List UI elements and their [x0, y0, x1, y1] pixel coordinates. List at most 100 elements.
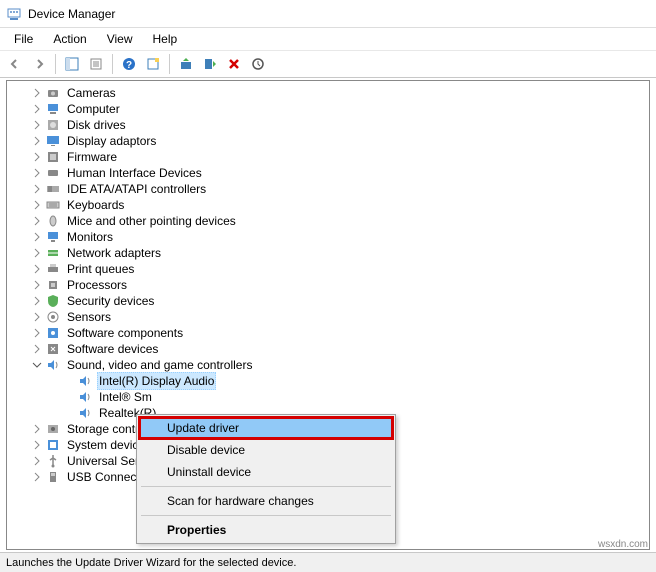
tree-item-label: System device [65, 437, 147, 453]
context-scan-hardware[interactable]: Scan for hardware changes [139, 490, 393, 512]
sound-icon [77, 373, 93, 389]
expand-icon[interactable] [31, 439, 43, 451]
tree-item-label: Sensors [65, 309, 113, 325]
context-menu: Update driver Disable device Uninstall d… [136, 414, 396, 544]
expand-icon[interactable] [31, 263, 43, 275]
security-icon [45, 293, 61, 309]
expand-icon[interactable] [31, 87, 43, 99]
uninstall-button[interactable] [223, 53, 245, 75]
hid-icon [45, 165, 61, 181]
expand-icon[interactable] [31, 215, 43, 227]
forward-button[interactable] [28, 53, 50, 75]
tree-item-label: Software devices [65, 341, 160, 357]
tree-item[interactable]: Firmware [7, 149, 649, 165]
expand-icon[interactable] [31, 199, 43, 211]
tree-item[interactable]: Monitors [7, 229, 649, 245]
expand-icon[interactable] [31, 167, 43, 179]
window-title: Device Manager [28, 7, 115, 21]
context-update-driver[interactable]: Update driver [139, 417, 393, 439]
expand-icon[interactable] [31, 295, 43, 307]
tree-item[interactable]: Cameras [7, 85, 649, 101]
menu-help[interactable]: Help [145, 30, 186, 48]
expand-icon[interactable] [31, 455, 43, 467]
tree-item[interactable]: Security devices [7, 293, 649, 309]
tree-item[interactable]: Keyboards [7, 197, 649, 213]
tree-item-label: Processors [65, 277, 129, 293]
expand-icon[interactable] [31, 343, 43, 355]
menu-action[interactable]: Action [45, 30, 94, 48]
tree-item[interactable]: Display adaptors [7, 133, 649, 149]
expand-icon[interactable] [31, 103, 43, 115]
tree-item[interactable]: Intel(R) Display Audio [7, 373, 649, 389]
tree-item[interactable]: IDE ATA/ATAPI controllers [7, 181, 649, 197]
menubar: File Action View Help [0, 28, 656, 50]
expand-icon[interactable] [31, 327, 43, 339]
tree-item[interactable]: Intel® Sm [7, 389, 649, 405]
tree-item[interactable]: Disk drives [7, 117, 649, 133]
ide-icon [45, 181, 61, 197]
context-disable-device[interactable]: Disable device [139, 439, 393, 461]
expand-icon[interactable] [31, 119, 43, 131]
tree-item-label: Intel® Sm [97, 389, 154, 405]
expand-icon[interactable] [31, 135, 43, 147]
tree-item-label: Network adapters [65, 245, 163, 261]
tree-item[interactable]: Software components [7, 325, 649, 341]
tree-item[interactable]: Processors [7, 277, 649, 293]
expand-icon[interactable] [31, 311, 43, 323]
action-button[interactable] [142, 53, 164, 75]
statusbar: Launches the Update Driver Wizard for th… [0, 552, 656, 572]
expand-icon[interactable] [31, 471, 43, 483]
expand-icon[interactable] [31, 279, 43, 291]
tree-item[interactable]: Sensors [7, 309, 649, 325]
expand-icon[interactable] [31, 247, 43, 259]
expand-icon[interactable] [31, 423, 43, 435]
tree-item[interactable]: Computer [7, 101, 649, 117]
softcomp-icon [45, 325, 61, 341]
show-hide-tree-button[interactable] [61, 53, 83, 75]
tree-item-label: Mice and other pointing devices [65, 213, 238, 229]
tree-item-label: Sound, video and game controllers [65, 357, 254, 373]
tree-item[interactable]: Print queues [7, 261, 649, 277]
tree-item[interactable]: Network adapters [7, 245, 649, 261]
processor-icon [45, 277, 61, 293]
tree-item-label: Cameras [65, 85, 118, 101]
sound-icon [77, 405, 93, 421]
keyboard-icon [45, 197, 61, 213]
svg-text:?: ? [126, 60, 132, 71]
toolbar-separator [169, 54, 170, 74]
expand-icon[interactable] [31, 183, 43, 195]
back-button[interactable] [4, 53, 26, 75]
tree-item[interactable]: Software devices [7, 341, 649, 357]
toolbar-separator [112, 54, 113, 74]
context-properties[interactable]: Properties [139, 519, 393, 541]
tree-item-label: Firmware [65, 149, 119, 165]
menu-view[interactable]: View [99, 30, 141, 48]
firmware-icon [45, 149, 61, 165]
sensor-icon [45, 309, 61, 325]
storage-icon [45, 421, 61, 437]
help-button[interactable]: ? [118, 53, 140, 75]
tree-item[interactable]: Sound, video and game controllers [7, 357, 649, 373]
mouse-icon [45, 213, 61, 229]
usbconn-icon [45, 469, 61, 485]
tree-item-label: Display adaptors [65, 133, 158, 149]
titlebar: Device Manager [0, 0, 656, 28]
app-icon [6, 6, 22, 22]
toolbar-separator [55, 54, 56, 74]
scan-hardware-button[interactable] [247, 53, 269, 75]
tree-item-label: Human Interface Devices [65, 165, 204, 181]
properties-button[interactable] [85, 53, 107, 75]
collapse-icon[interactable] [31, 359, 43, 371]
context-uninstall-device[interactable]: Uninstall device [139, 461, 393, 483]
expand-icon[interactable] [31, 231, 43, 243]
tree-item[interactable]: Human Interface Devices [7, 165, 649, 181]
tree-item-label: Intel(R) Display Audio [97, 372, 216, 390]
update-driver-button[interactable] [175, 53, 197, 75]
expand-icon[interactable] [31, 151, 43, 163]
tree-item[interactable]: Mice and other pointing devices [7, 213, 649, 229]
menu-file[interactable]: File [6, 30, 41, 48]
enable-button[interactable] [199, 53, 221, 75]
tree-item-label: Storage contr [65, 421, 141, 437]
monitor-icon [45, 229, 61, 245]
tree-item-label: Software components [65, 325, 185, 341]
